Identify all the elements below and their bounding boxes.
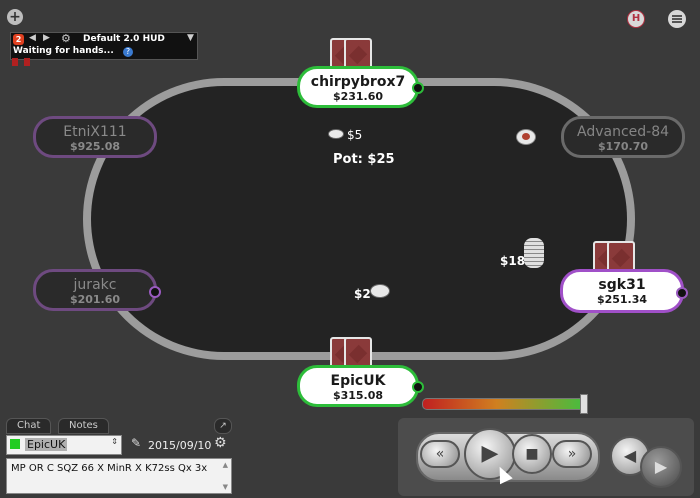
player-name: EpicUK [330, 373, 386, 389]
hud-status: Waiting for hands... [13, 46, 114, 56]
bet-right: $18 [500, 254, 526, 268]
rewind-button[interactable]: « [420, 440, 460, 468]
note-date: 2015/09/10 [148, 439, 212, 452]
bet-slider[interactable] [422, 398, 588, 410]
color-swatch [10, 439, 20, 449]
chip-stack-icon [524, 238, 544, 268]
help-icon[interactable]: ? [123, 47, 133, 57]
scroll-down-icon[interactable]: ▼ [223, 483, 228, 491]
player-name: chirpybrox7 [310, 74, 406, 90]
note-textarea[interactable]: MP OR C SQZ 66 X MinR X K72ss Qx 3x ▲ ▼ [6, 458, 232, 494]
seat-indicator [412, 82, 424, 94]
bet-top: $5 [347, 128, 363, 142]
pot-total: Pot: $25 [333, 152, 395, 167]
player-select[interactable]: EpicUK ⇕ [6, 435, 122, 455]
tab-chat[interactable]: Chat [6, 418, 52, 434]
player-name: sgk31 [598, 277, 646, 293]
seat-bottom[interactable]: EpicUK $315.08 [297, 365, 419, 407]
hud-marker-icon [24, 58, 30, 66]
scroll-up-icon[interactable]: ▲ [223, 461, 228, 469]
notes-edit-icon[interactable]: ✎ [131, 436, 141, 450]
hud-prev-icon[interactable]: ◀ [29, 33, 36, 43]
player-stack: $201.60 [69, 293, 121, 306]
stop-button[interactable]: ■ [512, 434, 552, 474]
add-table-icon[interactable]: + [7, 9, 23, 25]
player-stack: $251.34 [596, 293, 648, 306]
bet-slider-handle[interactable] [580, 394, 588, 414]
menu-icon[interactable] [668, 10, 686, 28]
hud-badge: 2 [13, 34, 24, 45]
chip-icon [328, 129, 344, 139]
hud-profile-label: Default 2.0 HUD [83, 34, 165, 44]
select-arrows-icon: ⇕ [111, 437, 118, 446]
tab-notes[interactable]: Notes [58, 418, 109, 434]
next-hand-button[interactable]: ▶ [640, 446, 682, 488]
player-stack: $170.70 [597, 140, 649, 153]
dealer-button-icon [516, 129, 536, 145]
seat-left-upper[interactable]: EtniX111 $925.08 [33, 116, 157, 158]
hud-next-icon[interactable]: ▶ [43, 33, 50, 43]
seat-right-upper[interactable]: Advanced-84 $170.70 [561, 116, 685, 158]
note-text: MP OR C SQZ 66 X MinR X K72ss Qx 3x [11, 463, 208, 474]
seat-indicator [676, 287, 688, 299]
player-name: Advanced-84 [576, 124, 670, 140]
player-name: jurakc [73, 277, 117, 293]
bet-bottom: $2 [354, 287, 371, 301]
chip-icon [370, 284, 390, 298]
seat-indicator [149, 286, 161, 298]
player-stack: $925.08 [69, 140, 121, 153]
seat-right-lower[interactable]: sgk31 $251.34 [560, 269, 684, 313]
seat-indicator [412, 381, 424, 393]
fast-forward-button[interactable]: » [552, 440, 592, 468]
h-icon[interactable]: H [627, 10, 645, 28]
gear-icon[interactable]: ⚙ [214, 435, 227, 451]
table-felt [91, 86, 627, 352]
player-stack: $315.08 [332, 389, 384, 402]
player-name: EtniX111 [63, 124, 127, 140]
gear-icon[interactable]: ⚙ [61, 32, 71, 45]
hud-panel: 2 ◀ ▶ ⚙ Default 2.0 HUD ▼ Waiting for ha… [10, 32, 198, 60]
expand-icon[interactable]: ↗ [214, 418, 232, 434]
seat-left-lower[interactable]: jurakc $201.60 [33, 269, 157, 311]
player-select-value: EpicUK [25, 438, 68, 451]
player-stack: $231.60 [332, 90, 384, 103]
seat-top[interactable]: chirpybrox7 $231.60 [297, 66, 419, 108]
hud-marker-icon [12, 58, 18, 66]
hud-dropdown-icon[interactable]: ▼ [187, 33, 194, 43]
